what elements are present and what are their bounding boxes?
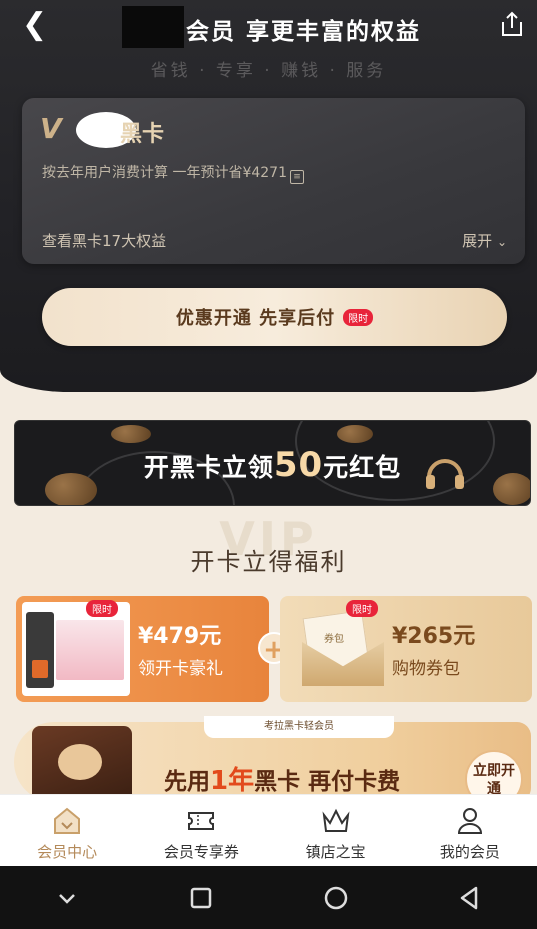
coin-decor bbox=[111, 425, 151, 443]
share-icon[interactable] bbox=[499, 10, 525, 38]
black-card[interactable]: V 黑卡 按去年用户消费计算 一年预计省¥4271 ≡ 查看黑卡17大权益 展开 … bbox=[22, 98, 525, 264]
tab-label: 会员专享券 bbox=[163, 843, 239, 861]
expand-label: 展开 bbox=[462, 232, 493, 250]
coupon-envelope-image: 券包 bbox=[302, 610, 384, 686]
info-icon[interactable]: ≡ bbox=[290, 170, 304, 184]
tab-member-center[interactable]: 会员中心 bbox=[0, 795, 134, 866]
tab-label: 我的会员 bbox=[439, 843, 500, 861]
section-title: 开卡立得福利 bbox=[190, 548, 347, 576]
crown-icon bbox=[322, 808, 350, 832]
savings-text: 按去年用户消费计算 一年预计省¥4271 ≡ bbox=[42, 162, 304, 184]
card-name: 黑卡 bbox=[120, 122, 165, 147]
tagline: 省钱 · 专享 · 赚钱 · 服务 bbox=[150, 61, 387, 81]
koala-card-image bbox=[32, 726, 132, 802]
back-nav-icon[interactable] bbox=[456, 884, 484, 912]
ticket-icon bbox=[188, 812, 215, 830]
limited-badge: 限时 bbox=[343, 308, 374, 326]
system-nav-bar bbox=[0, 866, 537, 929]
offer-label: 领开卡豪礼 bbox=[138, 659, 223, 679]
tab-my-membership[interactable]: 我的会员 bbox=[403, 795, 537, 866]
back-icon[interactable]: ❮ bbox=[22, 10, 47, 40]
tab-store-treasures[interactable]: 镇店之宝 bbox=[269, 795, 403, 866]
promo-prefix: 先用 bbox=[164, 769, 210, 795]
open-membership-button[interactable]: 优惠开通 先享后付 限时 bbox=[42, 288, 507, 346]
trial-promo[interactable]: 考拉黑卡轻会员 先用1年黑卡 再付卡费 立即开通 bbox=[14, 716, 531, 808]
user-icon bbox=[457, 808, 482, 834]
page-title: 会员 享更丰富的权益 bbox=[186, 19, 422, 45]
redacted-block bbox=[122, 6, 184, 48]
promo-tag: 考拉黑卡轻会员 bbox=[204, 716, 394, 738]
banner-amount: 50 bbox=[273, 445, 324, 485]
promo-text: 先用1年黑卡 再付卡费 bbox=[164, 760, 400, 797]
coupon-envelope-text: 券包 bbox=[324, 634, 344, 645]
tab-label: 会员中心 bbox=[37, 843, 98, 861]
limited-badge: 限时 bbox=[86, 600, 118, 617]
savings-value: 按去年用户消费计算 一年预计省¥4271 bbox=[42, 165, 287, 181]
coin-decor bbox=[337, 425, 373, 443]
chevron-down-icon: ⌄ bbox=[496, 235, 507, 249]
limited-badge: 限时 bbox=[346, 600, 378, 617]
offer-price: ¥265元 bbox=[392, 624, 476, 649]
hero-section: ❮ 会员 享更丰富的权益 省钱 · 专享 · 赚钱 · 服务 V 黑卡 按去年用… bbox=[0, 0, 537, 392]
red-packet-banner[interactable]: 开黑卡立领50元红包 bbox=[14, 420, 531, 506]
benefits-link[interactable]: 查看黑卡17大权益 bbox=[42, 230, 166, 251]
chevron-down-icon[interactable] bbox=[53, 884, 81, 912]
home-icon[interactable] bbox=[322, 884, 350, 912]
promo-suffix: 黑卡 再付卡费 bbox=[254, 769, 401, 795]
offer-coupon-pack[interactable]: 券包 限时 ¥265元 购物券包 bbox=[280, 596, 532, 702]
bottom-tab-bar: 会员中心 会员专享券 镇店之宝 我的会员 bbox=[0, 794, 537, 866]
recent-apps-icon[interactable] bbox=[187, 884, 215, 912]
promo-highlight: 1年 bbox=[210, 766, 255, 796]
member-home-icon bbox=[54, 807, 81, 834]
expand-button[interactable]: 展开 ⌄ bbox=[462, 230, 507, 251]
gift-image bbox=[22, 602, 130, 696]
card-v-mark: V bbox=[40, 112, 62, 145]
offer-gift[interactable]: 限时 ¥479元 领开卡豪礼 bbox=[16, 596, 269, 702]
offer-price: ¥479元 bbox=[138, 624, 222, 649]
tab-label: 镇店之宝 bbox=[305, 843, 366, 861]
banner-text: 开黑卡立领50元红包 bbox=[15, 445, 530, 485]
banner-prefix: 开黑卡立领 bbox=[143, 453, 274, 482]
cta-label: 优惠开通 先享后付 bbox=[175, 308, 336, 329]
banner-suffix: 元红包 bbox=[323, 453, 402, 482]
tab-exclusive-coupons[interactable]: 会员专享券 bbox=[134, 795, 268, 866]
offer-label: 购物券包 bbox=[392, 659, 460, 679]
